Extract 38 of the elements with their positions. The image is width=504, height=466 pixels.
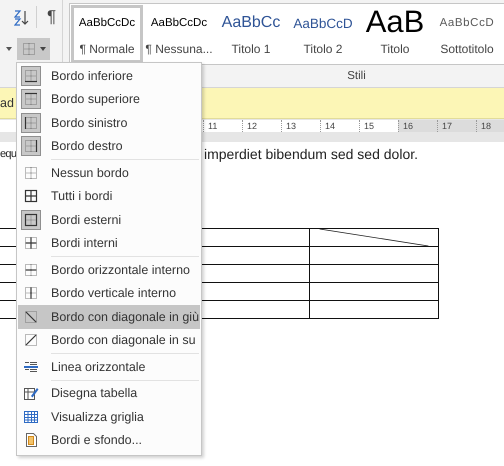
menu-item[interactable]: Disegna tabella — [18, 382, 200, 405]
menu-item[interactable]: Bordi esterni — [18, 208, 200, 232]
ruler-number: 16 — [403, 121, 414, 131]
ruler-number: 12 — [247, 121, 258, 131]
style-item[interactable]: AaBbCcD Sottotitolo — [431, 5, 503, 63]
group-label: Stili — [347, 70, 366, 82]
style-item[interactable]: AaBbCcDc ¶ Nessuna... — [143, 5, 215, 63]
menu-item[interactable]: Linea orizzontale — [18, 355, 200, 378]
menu-item[interactable]: Bordo con diagonale in giù — [18, 305, 200, 328]
menu-item[interactable]: Bordo destro — [18, 134, 200, 158]
style-item[interactable]: AaBbCcD Titolo 2 — [287, 5, 359, 63]
menu-item[interactable]: Visualizza griglia — [18, 405, 200, 428]
ruler-number: 11 — [208, 121, 218, 131]
menu-item[interactable]: Bordo con diagonale in su — [18, 328, 200, 352]
message-text: ad — [0, 96, 14, 110]
ruler-number: 18 — [481, 121, 492, 131]
menu-item[interactable]: Bordi interni — [18, 232, 200, 255]
style-item[interactable]: AaB Titolo — [359, 5, 431, 63]
ruler-number: 15 — [364, 121, 374, 131]
menu-item[interactable]: Bordi e sfondo... — [18, 428, 200, 452]
ruler-number: 17 — [442, 121, 452, 131]
caret-icon[interactable] — [6, 47, 12, 51]
show-marks-button[interactable]: ¶ — [47, 7, 56, 27]
ruler-number: 14 — [325, 121, 336, 131]
style-item[interactable]: AaBbCc Titolo 1 — [215, 5, 287, 63]
menu-item[interactable]: Bordo verticale interno — [18, 282, 200, 305]
menu-item[interactable]: Bordo orizzontale interno — [18, 258, 200, 282]
sort-icon[interactable] — [14, 9, 30, 27]
menu-item[interactable]: Nessun bordo — [18, 161, 200, 184]
menu-item[interactable]: Bordo inferiore — [18, 64, 200, 88]
menu-item[interactable]: Bordo superiore — [18, 88, 200, 111]
borders-button[interactable] — [17, 38, 50, 60]
menu-item[interactable]: Tutti i bordi — [18, 184, 200, 208]
body-text: equ — [0, 147, 16, 160]
border-icon — [21, 41, 37, 57]
body-text: imperdiet bibendum sed sed dolor. — [204, 146, 420, 162]
caret-icon — [40, 47, 46, 51]
ruler-number: 13 — [286, 121, 296, 131]
